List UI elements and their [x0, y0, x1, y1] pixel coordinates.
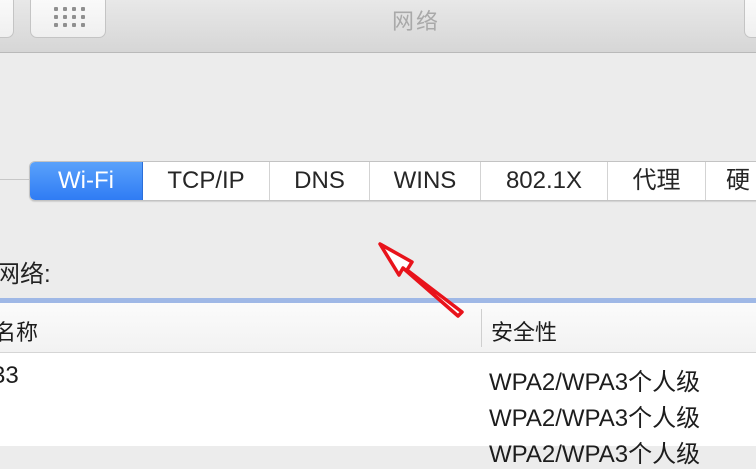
network-name-cell: 33 [0, 362, 19, 389]
tab-wins[interactable]: WINS [370, 162, 481, 200]
window-title: 网络 [391, 9, 440, 34]
column-header-name[interactable]: 名称 [0, 315, 38, 347]
table-row[interactable]: WPA2/WPA3个人级 [0, 434, 756, 468]
title-bar: 网络 [0, 0, 756, 53]
tab-wifi[interactable]: Wi-Fi [30, 162, 143, 200]
tab-8021x[interactable]: 802.1X [481, 162, 608, 200]
settings-tab-bar: Wi-Fi TCP/IP DNS WINS 802.1X 代理 硬 [29, 161, 756, 201]
networks-section-label: 网络: [0, 261, 51, 288]
network-security-cell: WPA2/WPA3个人级 [489, 405, 701, 432]
tab-dns[interactable]: DNS [270, 162, 370, 200]
table-header: 名称 安全性 [0, 303, 756, 353]
tab-tcpip[interactable]: TCP/IP [143, 162, 270, 200]
table-row[interactable]: 33 WPA2/WPA3个人级 [0, 362, 756, 396]
network-security-cell: WPA2/WPA3个人级 [489, 369, 701, 396]
column-divider[interactable] [481, 309, 482, 347]
table-row[interactable]: WPA2/WPA3个人级 [0, 398, 756, 432]
search-field-edge[interactable] [744, 0, 756, 38]
tab-proxy[interactable]: 代理 [608, 162, 706, 200]
column-header-security[interactable]: 安全性 [491, 315, 557, 347]
network-security-cell: WPA2/WPA3个人级 [489, 441, 701, 468]
tab-hardware[interactable]: 硬 [706, 162, 756, 200]
networks-table[interactable]: 名称 安全性 33 WPA2/WPA3个人级 WPA2/WPA3个人级 WPA2… [0, 298, 756, 468]
